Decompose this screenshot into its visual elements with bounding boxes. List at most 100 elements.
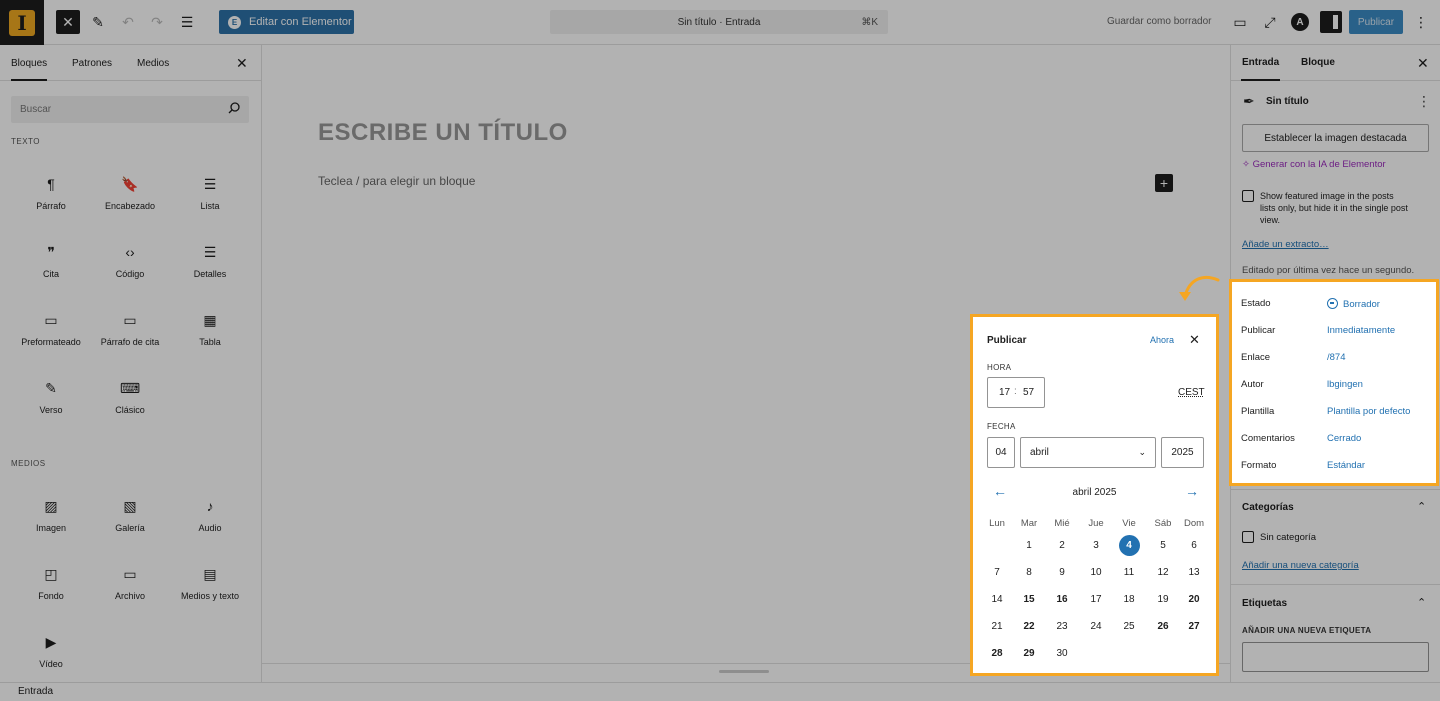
category-checkbox[interactable] (1242, 531, 1254, 543)
block-parrafo-de-cita[interactable]: ▭ Párrafo de cita (90, 309, 170, 348)
calendar-day[interactable]: 1 (1014, 535, 1044, 557)
add-block-button[interactable]: + (1155, 174, 1173, 192)
calendar-day[interactable]: 8 (1014, 562, 1044, 584)
post-title-field[interactable]: ESCRIBE UN TÍTULO (318, 119, 568, 147)
chevron-up-icon[interactable]: ⌃ (1417, 500, 1426, 513)
add-excerpt-link[interactable]: Añade un extracto… (1242, 239, 1329, 250)
calendar-day[interactable]: 9 (1047, 562, 1077, 584)
meta-value-plantilla[interactable]: Plantilla por defecto (1327, 406, 1410, 417)
block-appender[interactable]: Teclea / para elegir un bloque (318, 174, 475, 188)
calendar-day[interactable]: 27 (1179, 616, 1209, 638)
tools-button[interactable]: ✎ (86, 10, 110, 34)
block-search-input[interactable]: Buscar (11, 96, 249, 123)
tab-media[interactable]: Medios (137, 58, 169, 69)
block-audio[interactable]: ♪ Audio (170, 495, 250, 533)
meta-value-estado[interactable]: Borrador (1327, 298, 1380, 310)
tab-block[interactable]: Bloque (1301, 57, 1335, 68)
tab-blocks[interactable]: Bloques (11, 58, 48, 81)
block-codigo[interactable]: ‹› Código (90, 241, 170, 279)
preview-button[interactable]: ▭ (1228, 10, 1252, 34)
generate-ai-link[interactable]: ✧ Generar con la IA de Elementor (1242, 159, 1386, 170)
document-overview-button[interactable]: ☰ (175, 10, 199, 34)
tags-panel-title[interactable]: Etiquetas (1242, 598, 1287, 609)
block-encabezado[interactable]: 🔖 Encabezado (90, 173, 170, 212)
calendar-day[interactable]: 23 (1047, 616, 1077, 638)
block-parrafo[interactable]: ¶ Párrafo (11, 173, 91, 211)
options-button[interactable]: ⋮ (1409, 10, 1433, 34)
tab-post[interactable]: Entrada (1240, 57, 1281, 81)
meta-value-comentarios[interactable]: Cerrado (1327, 433, 1361, 444)
meta-value-publicar[interactable]: Inmediatamente (1327, 325, 1395, 336)
calendar-day[interactable]: 18 (1114, 589, 1144, 611)
publish-button[interactable]: Publicar (1349, 10, 1403, 34)
calendar-day[interactable]: 12 (1148, 562, 1178, 584)
calendar-day[interactable]: 26 (1148, 616, 1178, 638)
calendar-day[interactable]: 19 (1148, 589, 1178, 611)
resize-handle[interactable] (719, 670, 769, 673)
calendar-day[interactable]: 16 (1047, 589, 1077, 611)
calendar-day[interactable]: 20 (1179, 589, 1209, 611)
calendar-day[interactable]: 15 (1014, 589, 1044, 611)
close-icon[interactable]: ✕ (1189, 332, 1200, 348)
calendar-day[interactable]: 11 (1114, 562, 1144, 584)
close-inserter-button[interactable]: ✕ (56, 10, 80, 34)
day-input[interactable]: 04 (987, 437, 1015, 468)
block-archivo[interactable]: ▭ Archivo (90, 563, 170, 602)
undo-button[interactable]: ↶ (116, 10, 140, 34)
more-vertical-icon[interactable]: ⋮ (1417, 93, 1431, 110)
add-category-link[interactable]: Añadir una nueva categoría (1242, 560, 1359, 571)
calendar-day[interactable]: 3 (1081, 535, 1111, 557)
new-tag-input[interactable] (1242, 642, 1429, 672)
calendar-day[interactable]: 2 (1047, 535, 1077, 557)
command-palette-bar[interactable]: Sin título · Entrada ⌘K (550, 10, 888, 34)
featured-option-checkbox[interactable] (1242, 190, 1254, 202)
breadcrumb[interactable]: Entrada (18, 686, 53, 697)
block-fondo[interactable]: ◰ Fondo (11, 563, 91, 602)
close-icon[interactable]: ✕ (1417, 55, 1429, 72)
calendar-day[interactable]: 10 (1081, 562, 1111, 584)
block-detalles[interactable]: ☰ Detalles (170, 241, 250, 280)
fullscreen-button[interactable]: ⤢ (1258, 10, 1282, 34)
block-video[interactable]: ▶ Vídeo (11, 631, 91, 670)
calendar-day[interactable]: 29 (1014, 643, 1044, 665)
block-verso[interactable]: ✎ Verso (11, 377, 91, 416)
month-select[interactable]: abril ⌄ (1020, 437, 1156, 468)
edit-with-elementor-button[interactable]: E Editar con Elementor (219, 10, 354, 34)
year-input[interactable]: 2025 (1161, 437, 1204, 468)
close-icon[interactable]: ✕ (236, 55, 248, 72)
tab-patterns[interactable]: Patrones (72, 58, 112, 69)
block-medios-y-texto[interactable]: ▤ Medios y texto (170, 563, 250, 602)
calendar-day[interactable]: 30 (1047, 643, 1077, 665)
now-button[interactable]: Ahora (1150, 335, 1174, 345)
save-draft-button[interactable]: Guardar como borrador (1107, 16, 1212, 27)
block-preformateado[interactable]: ▭ Preformateado (11, 309, 91, 348)
calendar-day[interactable]: 13 (1179, 562, 1209, 584)
calendar-day[interactable]: 5 (1148, 535, 1178, 557)
redo-button[interactable]: ↷ (145, 10, 169, 34)
block-lista[interactable]: ☰ Lista (170, 173, 250, 212)
block-cita[interactable]: ❞ Cita (11, 241, 91, 280)
block-galeria[interactable]: ▧ Galería (90, 495, 170, 534)
categories-panel-title[interactable]: Categorías (1242, 502, 1294, 513)
calendar-day[interactable]: 17 (1081, 589, 1111, 611)
block-tabla[interactable]: ▦ Tabla (170, 309, 250, 348)
block-clasico[interactable]: ⌨ Clásico (90, 377, 170, 416)
calendar-day[interactable]: 28 (982, 643, 1012, 665)
meta-value-enlace[interactable]: /874 (1327, 352, 1346, 363)
next-month-arrow-icon[interactable]: → (1185, 483, 1199, 499)
calendar-day[interactable]: 25 (1114, 616, 1144, 638)
block-imagen[interactable]: ▨ Imagen (11, 495, 91, 534)
chevron-up-icon[interactable]: ⌃ (1417, 596, 1426, 609)
calendar-day[interactable]: 22 (1014, 616, 1044, 638)
meta-value-autor[interactable]: lbgingen (1327, 379, 1363, 390)
site-logo[interactable]: I (0, 0, 44, 45)
hour-input[interactable]: 17 (999, 387, 1010, 398)
calendar-day[interactable]: 24 (1081, 616, 1111, 638)
calendar-day-selected[interactable]: 4 (1114, 535, 1144, 557)
calendar-day[interactable]: 7 (982, 562, 1012, 584)
astra-settings-icon[interactable]: A (1291, 13, 1309, 31)
calendar-day[interactable]: 14 (982, 589, 1012, 611)
settings-sidebar-toggle[interactable] (1320, 11, 1342, 33)
calendar-day[interactable]: 6 (1179, 535, 1209, 557)
meta-value-formato[interactable]: Estándar (1327, 460, 1365, 471)
